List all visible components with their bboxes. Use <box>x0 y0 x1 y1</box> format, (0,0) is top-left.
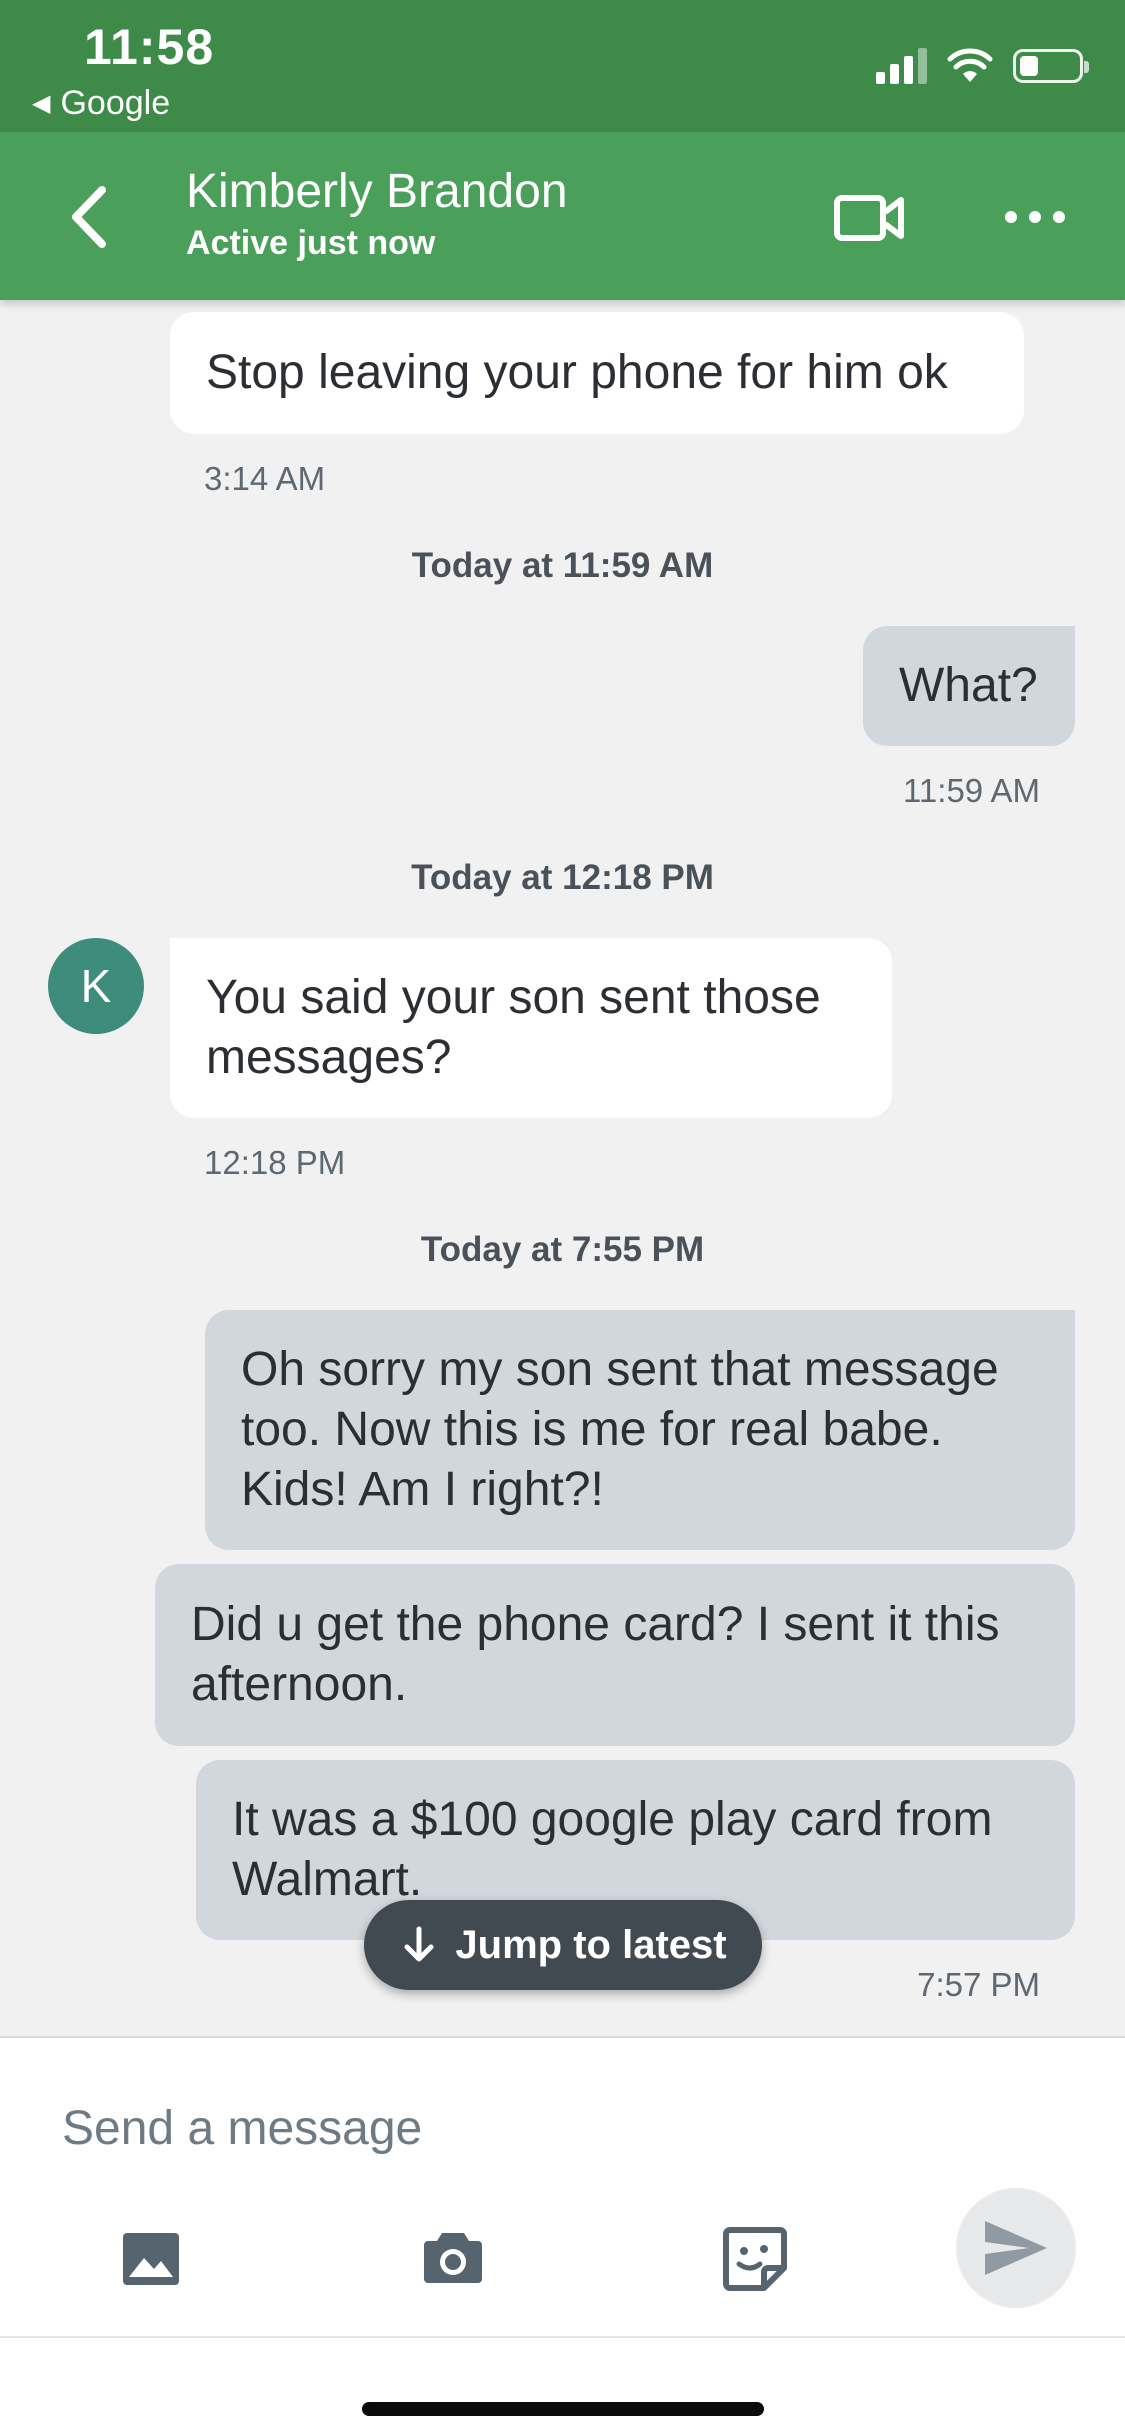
date-divider: Today at 12:18 PM <box>411 858 714 897</box>
camera-button[interactable] <box>418 2224 488 2294</box>
date-divider: Today at 11:59 AM <box>411 546 714 585</box>
status-icons <box>876 48 1089 84</box>
back-button[interactable] <box>58 182 128 252</box>
message-bubble-outgoing[interactable]: Oh sorry my son sent that message too. N… <box>205 1310 1075 1550</box>
arrow-down-icon <box>404 1926 434 1962</box>
back-chevron-icon <box>72 186 106 248</box>
sticker-button[interactable] <box>720 2224 790 2294</box>
contact-name[interactable]: Kimberly Brandon <box>186 164 568 219</box>
message-bubble-outgoing[interactable]: What? <box>863 626 1075 746</box>
home-indicator-area <box>0 2336 1125 2436</box>
video-camera-icon <box>834 195 904 241</box>
video-call-button[interactable] <box>830 182 910 252</box>
message-text: It was a $100 google play card from Walm… <box>232 1793 993 1906</box>
message-timestamp: 3:14 AM <box>204 460 326 497</box>
status-time: 11:58 <box>84 19 215 75</box>
jump-to-latest-button[interactable]: Jump to latest <box>364 1900 762 1990</box>
status-bar: 11:58 ◀ Google <box>0 0 1125 132</box>
jump-to-latest-label: Jump to latest <box>455 1922 727 1967</box>
message-text: Stop leaving your phone for him ok <box>206 346 948 399</box>
message-timestamp: 11:59 AM <box>903 772 1040 809</box>
back-to-google-link[interactable]: ◀ Google <box>32 84 170 123</box>
message-bubble-incoming[interactable]: Stop leaving your phone for him ok <box>170 312 1024 434</box>
home-indicator[interactable] <box>362 2402 764 2416</box>
contact-avatar[interactable]: K <box>48 938 144 1034</box>
message-bubble-incoming[interactable]: You said your son sent those messages? <box>170 938 892 1118</box>
chat-header: Kimberly Brandon Active just now <box>0 132 1125 300</box>
date-divider: Today at 7:55 PM <box>420 1230 705 1269</box>
send-button[interactable] <box>956 2188 1076 2308</box>
avatar-initial: K <box>80 960 112 1012</box>
more-options-button[interactable] <box>1000 182 1070 252</box>
message-text: You said your son sent those messages? <box>206 971 821 1084</box>
more-horizontal-icon <box>1005 211 1065 223</box>
image-gallery-icon <box>123 2233 179 2285</box>
message-text: Oh sorry my son sent that message too. N… <box>241 1343 999 1516</box>
message-composer <box>0 2036 1125 2336</box>
send-icon <box>985 2221 1047 2275</box>
sticker-icon <box>723 2227 787 2291</box>
message-timestamp: 12:18 PM <box>204 1144 346 1181</box>
back-triangle-icon: ◀ <box>32 90 51 117</box>
wifi-icon <box>947 48 993 82</box>
message-input[interactable] <box>62 2088 962 2168</box>
gallery-button[interactable] <box>116 2224 186 2294</box>
message-list[interactable]: Stop leaving your phone for him ok 3:14 … <box>0 300 1125 2036</box>
cellular-signal-icon <box>876 48 927 84</box>
message-text: Did u get the phone card? I sent it this… <box>191 1598 1000 1711</box>
camera-icon <box>424 2233 482 2283</box>
message-bubble-outgoing[interactable]: Did u get the phone card? I sent it this… <box>155 1564 1075 1746</box>
message-text: What? <box>899 659 1038 712</box>
contact-status: Active just now <box>186 224 436 262</box>
battery-icon <box>1013 49 1089 83</box>
back-app-label: Google <box>60 84 171 122</box>
message-timestamp: 7:57 PM <box>917 1966 1040 2003</box>
